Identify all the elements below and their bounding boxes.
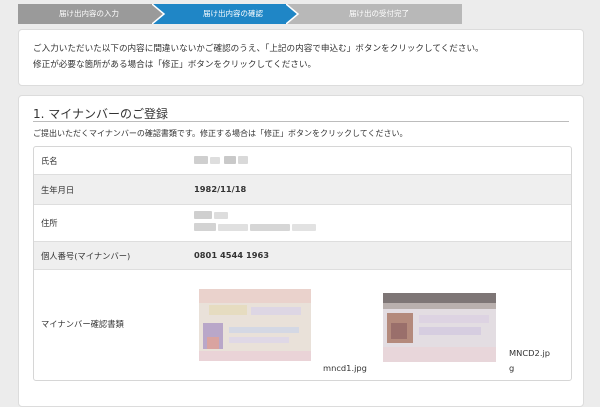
row-name: 氏名: [34, 147, 571, 175]
confirmation-notice: ご入力いただいた以下の内容に間違いないかご確認のうえ、「上記の内容で申込む」ボタ…: [18, 29, 584, 86]
document-thumbnail-1[interactable]: [199, 289, 311, 361]
step-complete-label: 届け出の受付完了: [349, 9, 409, 18]
row-documents-label: マイナンバー確認書類: [41, 319, 124, 329]
step-input: 届け出内容の入力: [18, 4, 170, 24]
notice-line-2: 修正が必要な箇所がある場合は「修正」ボタンをクリックしてください。: [33, 60, 317, 70]
step-input-label: 届け出内容の入力: [59, 9, 119, 18]
step-confirm-label: 届け出内容の確認: [203, 9, 263, 18]
row-address: 住所: [34, 205, 571, 242]
mynumber-section: 1. マイナンバーのご登録 ご提出いただくマイナンバーの確認書類です。修正する場…: [18, 95, 584, 407]
notice-line-1: ご入力いただいた以下の内容に間違いないかご確認のうえ、「上記の内容で申込む」ボタ…: [33, 44, 484, 54]
row-birthdate: 生年月日 1982/11/18: [34, 175, 571, 205]
row-birthdate-label: 生年月日: [41, 185, 75, 195]
progress-steps: 届け出内容の入力 届け出内容の確認 届け出の受付完了: [18, 4, 584, 24]
step-confirm: 届け出内容の確認: [152, 4, 304, 24]
document-thumbnail-2[interactable]: [383, 293, 496, 362]
confirmation-table: 氏名 生年月日 1982/11/18 住所 個人番号(マイナンバー) 0801 …: [33, 146, 572, 381]
row-documents: マイナンバー確認書類 mncd1.jpg MNCD2.jp g: [34, 270, 571, 380]
section-divider: [33, 121, 569, 122]
row-mynumber: 個人番号(マイナンバー) 0801 4544 1963: [34, 242, 571, 270]
document-filename-2-line1[interactable]: MNCD2.jp: [509, 348, 550, 358]
section-title: 1. マイナンバーのご登録: [33, 107, 169, 121]
row-mynumber-label: 個人番号(マイナンバー): [41, 251, 131, 261]
row-address-label: 住所: [41, 218, 58, 228]
birthdate-value: 1982/11/18: [194, 184, 247, 194]
step-complete: 届け出の受付完了: [286, 4, 462, 24]
mynumber-value: 0801 4544 1963: [194, 250, 270, 260]
section-description: ご提出いただくマイナンバーの確認書類です。修正する場合は「修正」ボタンをクリック…: [33, 129, 408, 138]
row-name-label: 氏名: [41, 156, 58, 166]
document-filename-2-line2[interactable]: g: [509, 363, 514, 373]
document-filename-1[interactable]: mncd1.jpg: [323, 363, 367, 373]
